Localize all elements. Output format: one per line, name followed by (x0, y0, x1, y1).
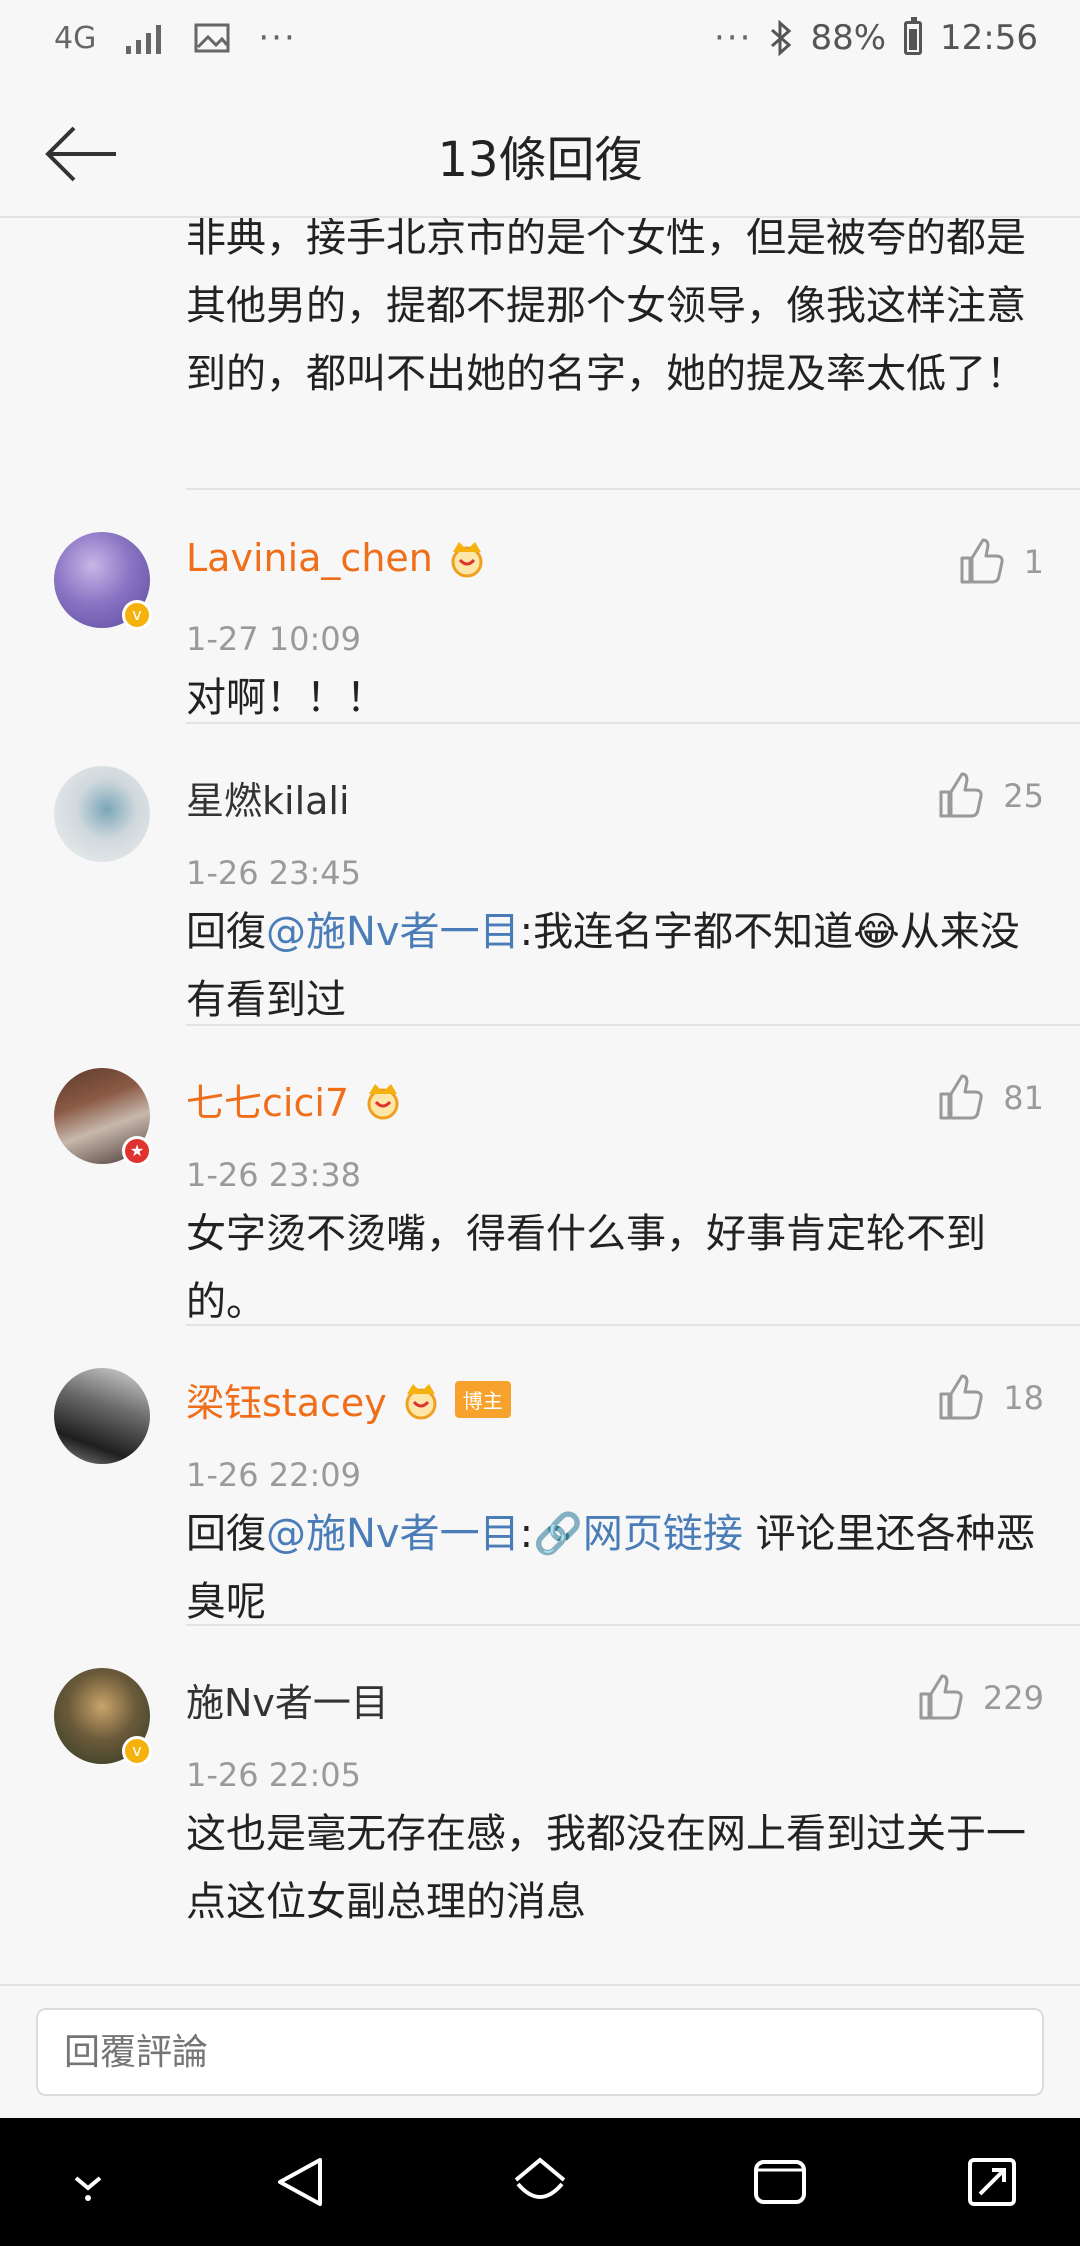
thumbs-up-icon (919, 1674, 963, 1720)
network-type: 4G (54, 20, 97, 56)
status-bar: 4G ··· ··· 88% 12:56 (0, 0, 1080, 90)
like-count: 1 (1023, 543, 1044, 581)
signal-icon (126, 25, 162, 54)
web-link[interactable]: 🔗网页链接 (533, 1511, 743, 1557)
username[interactable]: 梁钰stacey 博主 (186, 1372, 511, 1427)
username-text: 星燃kilali (186, 779, 350, 823)
clock: 12:56 (940, 18, 1038, 58)
system-nav-bar (0, 2118, 1080, 2246)
comment-time: 1-26 23:45 (186, 854, 362, 892)
comment-text: 女字烫不烫嘴，得看什么事，好事肯定轮不到的。 (186, 1211, 986, 1325)
like-button[interactable]: 229 (917, 1674, 1044, 1722)
divider (186, 488, 1080, 490)
recent-apps-icon[interactable] (750, 2154, 810, 2210)
username-text: 梁钰stacey (186, 1381, 387, 1425)
comment-time: 1-26 22:05 (186, 1756, 362, 1794)
like-button[interactable]: 25 (937, 772, 1044, 820)
username[interactable]: 星燃kilali (186, 770, 350, 825)
avatar[interactable]: v (54, 1668, 152, 1766)
blogger-tag: 博主 (454, 1381, 511, 1418)
avatar[interactable]: ★ (54, 1068, 152, 1166)
home-nav-icon[interactable] (510, 2154, 570, 2210)
vip-crown-icon (451, 542, 483, 578)
comment-text: 这也是毫无存在感，我都没在网上看到过关于一点这位女副总理的消息 (186, 1811, 1026, 1925)
comment-list[interactable]: 非典，接手北京市的是个女性，但是被夸的都是其他男的，提都不提那个女领导，像我这样… (0, 218, 1080, 1984)
comment-time: 1-26 23:38 (186, 1156, 362, 1194)
divider (186, 722, 1080, 724)
rotate-screen-icon[interactable] (962, 2154, 1022, 2210)
like-button[interactable]: 18 (937, 1374, 1044, 1422)
comment-text: 回復@施Nv者一目:我连名字都不知道😂从来没有看到过 (186, 898, 1036, 1034)
avatar[interactable] (54, 1368, 150, 1464)
header: 13條回復 (0, 90, 1080, 218)
comment-time: 1-27 10:09 (186, 620, 362, 658)
username[interactable]: 施Nv者一目 (186, 1672, 389, 1727)
hide-keyboard-icon[interactable] (58, 2154, 118, 2210)
avatar-image (54, 766, 150, 862)
vip-crown-icon (405, 1383, 437, 1419)
divider (186, 1024, 1080, 1026)
mention-link[interactable]: @施Nv者一目 (266, 909, 520, 955)
reply-prefix: 回復 (186, 1511, 266, 1557)
verified-badge-icon: v (122, 600, 152, 630)
reply-input[interactable] (36, 2008, 1044, 2096)
username-text: 七七cici7 (186, 1081, 350, 1125)
thumbs-up-icon (939, 1374, 983, 1420)
avatar[interactable]: v (54, 532, 152, 630)
like-count: 81 (1003, 1079, 1044, 1117)
bluetooth-icon (771, 20, 792, 56)
username[interactable]: Lavinia_chen (186, 536, 489, 580)
member-badge-icon: ★ (122, 1136, 152, 1166)
thumbs-up-icon (939, 772, 983, 818)
like-button[interactable]: 81 (937, 1074, 1044, 1122)
comment-time: 1-26 22:09 (186, 1456, 362, 1494)
reply-prefix: 回復 (186, 909, 266, 955)
like-button[interactable]: 1 (958, 538, 1044, 586)
status-left: 4G ··· (54, 18, 297, 58)
divider (186, 1324, 1080, 1326)
avatar[interactable] (54, 766, 150, 862)
thumbs-up-icon (960, 538, 1004, 584)
reply-colon: : (519, 1511, 534, 1557)
like-count: 25 (1003, 777, 1044, 815)
comment-text: 回復@施Nv者一目:🔗网页链接 评论里还各种恶臭呢 (186, 1500, 1036, 1636)
like-count: 18 (1003, 1379, 1044, 1417)
more-status-icon: ··· (714, 18, 753, 58)
back-nav-icon[interactable] (270, 2154, 330, 2210)
username-text: Lavinia_chen (186, 536, 433, 580)
mention-link[interactable]: @施Nv者一目 (266, 1511, 520, 1557)
username[interactable]: 七七cici7 (186, 1072, 405, 1127)
vip-crown-icon (367, 1083, 399, 1119)
avatar-image (54, 1368, 150, 1464)
battery-icon (904, 17, 923, 55)
username-text: 施Nv者一目 (186, 1681, 389, 1725)
battery-percent: 88% (810, 18, 887, 58)
reply-bar (0, 1984, 1080, 2118)
verified-badge-icon: v (122, 1736, 152, 1766)
partial-comment-text: 非典，接手北京市的是个女性，但是被夸的都是其他男的，提都不提那个女领导，像我这样… (186, 218, 1026, 397)
image-notification-icon (194, 23, 230, 53)
more-notifications-icon: ··· (258, 18, 297, 58)
divider (186, 1624, 1080, 1626)
status-right: ··· 88% 12:56 (714, 17, 1038, 58)
like-count: 229 (982, 1679, 1044, 1717)
thumbs-up-icon (939, 1074, 983, 1120)
page-title: 13條回復 (437, 132, 643, 188)
